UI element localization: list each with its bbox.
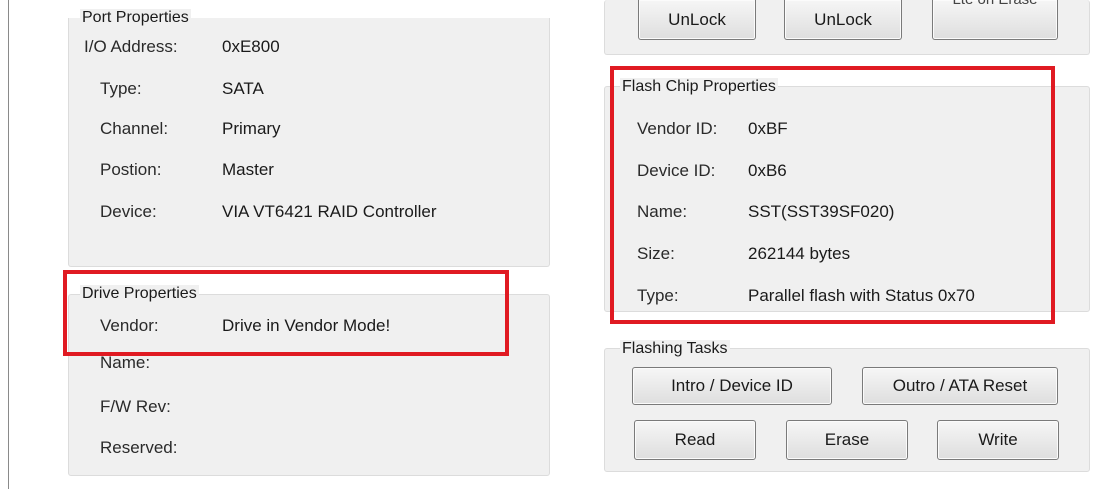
port-properties-title: Port Properties <box>80 9 191 27</box>
flashing-tasks-title: Flashing Tasks <box>620 340 730 358</box>
device-value: VIA VT6421 RAID Controller <box>222 202 437 221</box>
flash-chip-highlight <box>610 66 1055 324</box>
reserved-label: Reserved: <box>100 438 178 457</box>
io-address-value: 0xE800 <box>222 37 280 56</box>
window-left-border <box>8 0 9 489</box>
drive-name-label: Name: <box>100 353 151 372</box>
device-label: Device: <box>100 202 157 221</box>
io-address-label: I/O Address: <box>84 37 178 56</box>
channel-label: Channel: <box>100 119 169 138</box>
read-button[interactable]: Read <box>634 420 756 460</box>
type-value: SATA <box>222 79 264 98</box>
lock-on-erase-label: Lte on Erase <box>952 0 1037 8</box>
drive-vendor-highlight <box>63 270 509 356</box>
channel-value: Primary <box>222 119 281 138</box>
erase-button[interactable]: Erase <box>786 420 908 460</box>
unlock-button-1[interactable]: UnLock <box>638 0 756 40</box>
lock-on-erase-button[interactable]: Lte on Erase <box>932 0 1058 40</box>
fw-rev-label: F/W Rev: <box>100 397 171 416</box>
position-label: Postion: <box>100 160 162 179</box>
type-label: Type: <box>100 79 142 98</box>
write-button[interactable]: Write <box>937 420 1059 460</box>
intro-device-id-button[interactable]: Intro / Device ID <box>632 367 832 405</box>
unlock-button-2[interactable]: UnLock <box>784 0 902 40</box>
position-value: Master <box>222 160 274 179</box>
outro-ata-reset-button[interactable]: Outro / ATA Reset <box>862 367 1058 405</box>
